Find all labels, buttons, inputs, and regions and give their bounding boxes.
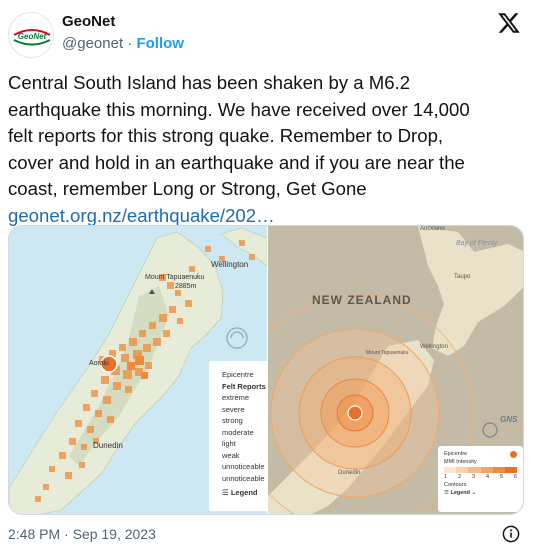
display-name[interactable]: GeoNet (62, 12, 184, 32)
legend-epicentre: Epicentre (222, 370, 254, 379)
svg-text:Dunedin: Dunedin (93, 441, 123, 450)
separator: · (123, 35, 137, 52)
legend-level: unnoticeable (222, 473, 265, 483)
svg-text:NEW ZEALAND: NEW ZEALAND (312, 293, 412, 307)
tweet-timestamp[interactable]: 2:48 PM · Sep 19, 2023 (8, 524, 156, 544)
legend-level: extreme (222, 393, 250, 402)
svg-text:Taupo: Taupo (454, 274, 471, 280)
legend-level: unnoticeable (222, 462, 265, 471)
mmi-scale-bar (444, 467, 518, 473)
svg-text:Wellington: Wellington (420, 344, 448, 350)
tweet-text: Central South Island has been shaken by … (8, 70, 518, 229)
follow-button[interactable]: Follow (136, 35, 184, 52)
legend-mmi: MMI Intensity (444, 459, 477, 465)
tweet-line: Central South Island has been shaken by … (8, 72, 411, 93)
legend-level: severe (222, 404, 245, 414)
tweet-line: cover and hold in an earthquake and if y… (8, 151, 465, 173)
svg-text:Dunedin: Dunedin (338, 470, 360, 476)
legend-level: weak (222, 450, 240, 460)
tweet-line: earthquake this morning. We have receive… (8, 98, 470, 120)
legend-level: light (222, 439, 236, 448)
svg-text:GeoNet: GeoNet (18, 32, 47, 41)
avatar[interactable]: GeoNet (8, 12, 54, 58)
author-block: GeoNet @geonet · Follow (62, 12, 184, 54)
mmi-scale-labels: 123 456 (444, 474, 517, 480)
svg-text:Aoraki: Aoraki (89, 360, 109, 367)
legend-felt-reports: Felt Reports (222, 381, 266, 391)
tweet-line: coast, remember Long or Strong, Get Gone (8, 178, 367, 199)
x-logo-icon[interactable] (497, 11, 521, 35)
svg-text:Auckland: Auckland (420, 226, 445, 232)
info-icon[interactable] (502, 525, 520, 543)
svg-text:Mount Tapuaenuku: Mount Tapuaenuku (145, 274, 205, 281)
legend-toggle[interactable]: ☰ Legend (222, 487, 269, 499)
svg-text:Bay of Plenty: Bay of Plenty (456, 240, 498, 247)
svg-text:Wellington: Wellington (211, 260, 248, 269)
felt-reports-legend: Epicentre Felt Reports extreme severe st… (209, 361, 269, 511)
svg-text:2885m: 2885m (175, 283, 197, 290)
tweet-card: GeoNet GeoNet @geonet · Follow Central S… (0, 0, 533, 557)
legend-contours: Contours (444, 482, 467, 488)
legend-level: moderate (222, 427, 254, 437)
svg-text:Mount Tapuaenuku: Mount Tapuaenuku (366, 350, 409, 356)
handle[interactable]: @geonet (62, 35, 123, 52)
tweet-line: felt reports for this strong quake. Reme… (8, 125, 444, 146)
geonet-logo: GeoNet (10, 14, 53, 57)
tweet-media[interactable]: Mount Tapuaenuku 2885m Wellington Aoraki… (8, 225, 524, 515)
tweet-link[interactable]: geonet.org.nz/earthquake/202… (8, 205, 275, 226)
epicentre-marker (347, 405, 363, 421)
svg-text:GNS: GNS (500, 415, 518, 424)
legend-epicentre: Epicentre (444, 451, 468, 457)
handle-row: @geonet · Follow (62, 34, 184, 54)
intensity-legend: Epicentre MMI Intensity 123 456 Contours… (438, 446, 523, 512)
legend-toggle[interactable]: ☰ Legend ⌄ (444, 489, 517, 497)
epicentre-swatch (510, 450, 517, 458)
legend-level: strong (222, 416, 243, 425)
